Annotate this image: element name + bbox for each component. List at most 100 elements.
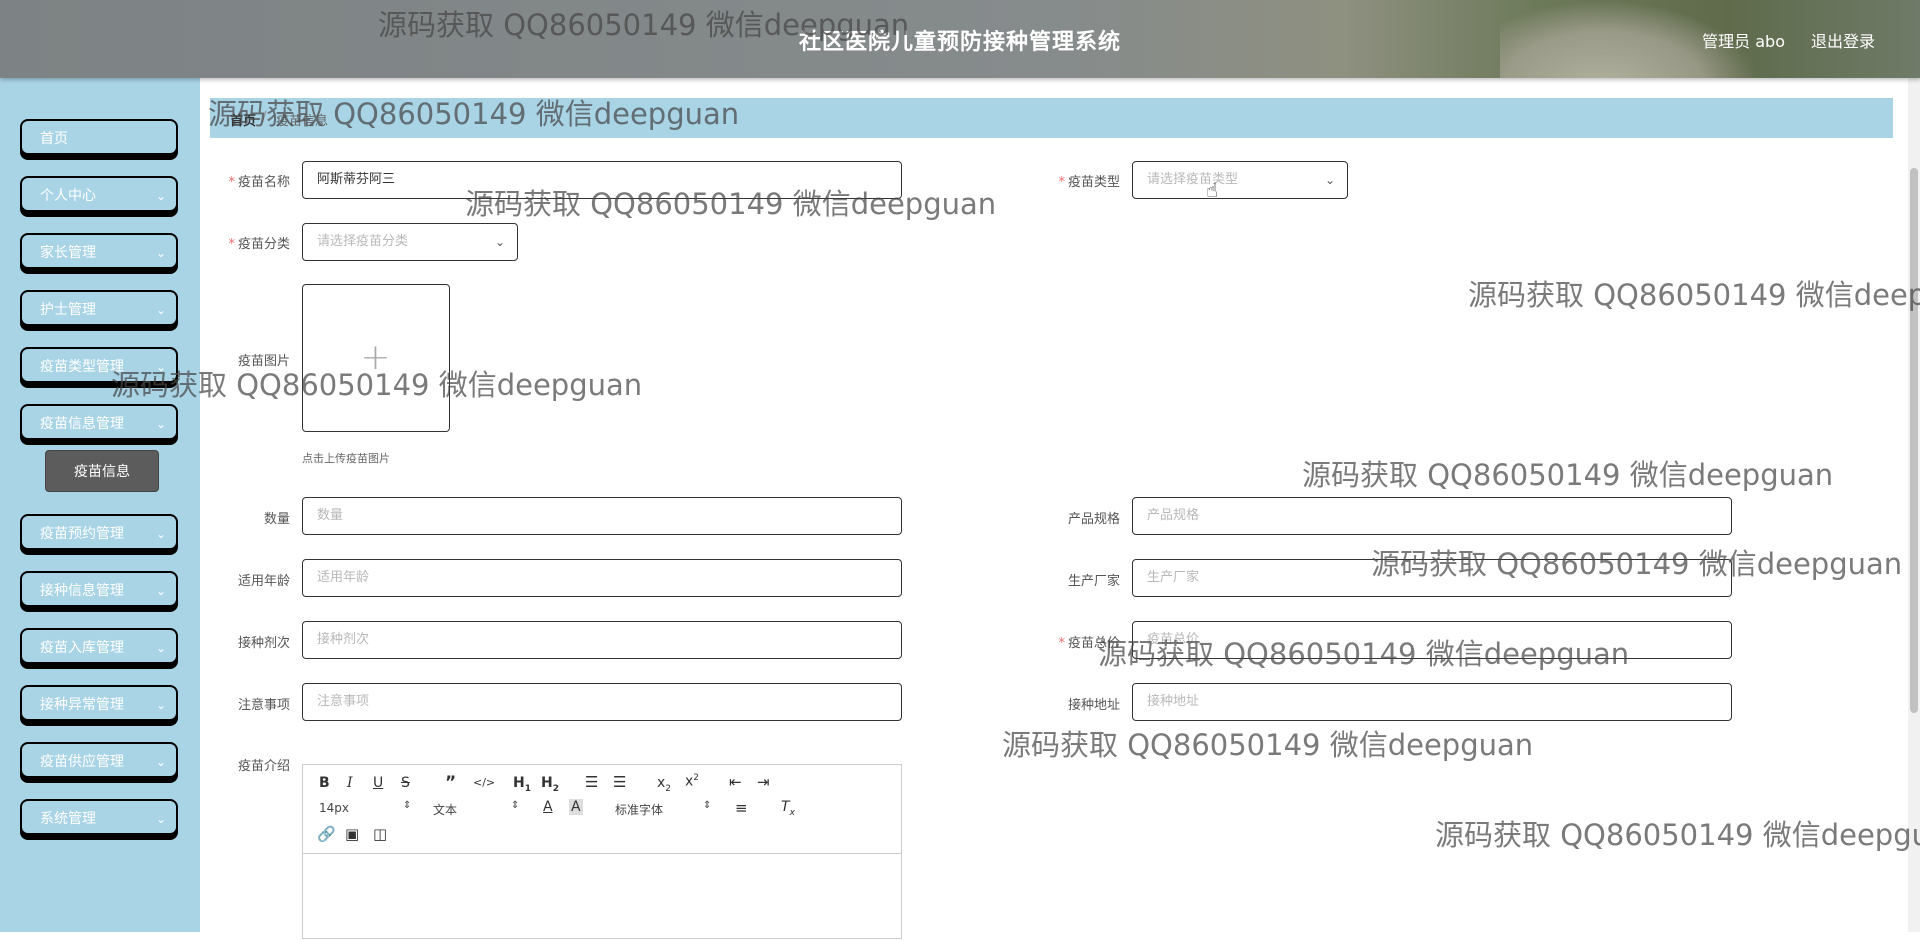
vaccine-category-select[interactable]: 请选择疫苗分类 ⌄: [302, 223, 518, 261]
sidebar-item-personal-center[interactable]: 个人中心 ⌄: [20, 176, 178, 212]
breadcrumb-home[interactable]: 首页: [230, 110, 256, 129]
strikethrough-icon[interactable]: S: [401, 775, 410, 791]
total-input[interactable]: 疫苗总价: [1132, 621, 1732, 659]
link-icon[interactable]: 🔗: [317, 825, 336, 843]
sidebar-item-label: 接种信息管理: [40, 583, 124, 599]
sidebar-item-nurse-management[interactable]: 护士管理 ⌄: [20, 290, 178, 326]
editor-toolbar: B I U S ” </> H1 H2 ☰ ☰ x2 x2 ⇤ ⇥ 14px ⇕…: [303, 765, 901, 854]
chevron-down-icon: ⌄: [155, 812, 166, 826]
sidebar-item-label: 家长管理: [40, 245, 96, 261]
sidebar-item-label: 接种异常管理: [40, 697, 124, 713]
sidebar-item-label: 疫苗信息管理: [40, 416, 124, 432]
text-type-select[interactable]: 文本 ⇕: [433, 800, 519, 818]
sidebar-item-vaccine-inbound[interactable]: 疫苗入库管理 ⌄: [20, 628, 178, 664]
rich-text-editor: B I U S ” </> H1 H2 ☰ ☰ x2 x2 ⇤ ⇥ 14px ⇕…: [302, 764, 902, 939]
manufacturer-label: 生产厂家: [1067, 574, 1120, 589]
chevron-down-icon: ⌄: [155, 584, 166, 598]
clear-format-icon[interactable]: Tx: [781, 799, 795, 818]
quantity-input[interactable]: 数量: [302, 497, 902, 535]
chevron-updown-icon: ⇕: [403, 800, 412, 811]
image-icon[interactable]: ▣: [345, 825, 359, 843]
sidebar-item-label: 个人中心: [40, 188, 96, 204]
scrollbar-thumb[interactable]: [1910, 168, 1918, 713]
logout-link[interactable]: 退出登录: [1811, 28, 1875, 52]
sidebar-item-label: 首页: [40, 131, 68, 147]
watermark-text: 源码获取 QQ86050149 微信deepguan: [1468, 278, 1920, 312]
chevron-down-icon: ⌄: [155, 189, 166, 203]
upload-hint: 点击上传疫苗图片: [302, 452, 390, 465]
chevron-down-icon: ⌄: [155, 417, 166, 431]
chevron-down-icon: ⌄: [155, 755, 166, 769]
current-user: 管理员 abo: [1702, 32, 1785, 51]
chevron-down-icon: ⌄: [155, 246, 166, 260]
vaccine-category-label: * 疫苗分类: [228, 237, 290, 252]
editor-content-area[interactable]: [303, 854, 901, 940]
bold-icon[interactable]: B: [319, 775, 330, 791]
chevron-down-icon: ⌄: [155, 303, 166, 317]
sidebar-item-parent-management[interactable]: 家长管理 ⌄: [20, 233, 178, 269]
font-family-select[interactable]: 标准字体 ⇕: [615, 800, 715, 818]
sidebar-item-vaccine-type-management[interactable]: 疫苗类型管理 ⌄: [20, 347, 178, 383]
watermark-text: 源码获取 QQ86050149 微信deepguan: [1435, 818, 1920, 852]
italic-icon[interactable]: I: [347, 775, 353, 791]
breadcrumb: 首页 / 疫苗信息: [210, 98, 1893, 138]
vaccine-type-select[interactable]: 请选择疫苗类型 ⌄: [1132, 161, 1348, 199]
sidebar-item-system-management[interactable]: 系统管理 ⌄: [20, 799, 178, 835]
sidebar-item-vaccine-supply[interactable]: 疫苗供应管理 ⌄: [20, 742, 178, 778]
sidebar-item-vaccination-exception[interactable]: 接种异常管理 ⌄: [20, 685, 178, 721]
breadcrumb-current: 疫苗信息: [276, 114, 329, 129]
outdent-icon[interactable]: ⇤: [729, 773, 742, 791]
vaccine-name-input[interactable]: 阿斯蒂芬阿三: [302, 161, 902, 199]
chevron-down-icon: ⌄: [155, 527, 166, 541]
sidebar-item-label: 疫苗预约管理: [40, 526, 124, 542]
sidebar-item-vaccine-info-management[interactable]: 疫苗信息管理 ⌄: [20, 404, 178, 440]
doses-input[interactable]: 接种剂次: [302, 621, 902, 659]
image-upload-box[interactable]: +: [302, 284, 450, 432]
vaccine-type-label: * 疫苗类型: [1058, 175, 1120, 190]
doses-label: 接种剂次: [237, 636, 290, 651]
notes-input[interactable]: 注意事项: [302, 683, 902, 721]
sidebar: 首页 个人中心 ⌄ 家长管理 ⌄ 护士管理 ⌄ 疫苗类型管理 ⌄ 疫苗信息管理 …: [0, 78, 200, 932]
chevron-down-icon: ⌄: [494, 235, 505, 249]
underline-icon[interactable]: U: [373, 775, 383, 791]
age-input[interactable]: 适用年龄: [302, 559, 902, 597]
watermark-text: 源码获取 QQ86050149 微信deepguan: [1302, 458, 1834, 492]
age-label: 适用年龄: [237, 574, 290, 589]
ordered-list-icon[interactable]: ☰: [585, 773, 598, 791]
spec-input[interactable]: 产品规格: [1132, 497, 1732, 535]
sidebar-item-vaccination-info[interactable]: 接种信息管理 ⌄: [20, 571, 178, 607]
address-input[interactable]: 接种地址: [1132, 683, 1732, 721]
chevron-down-icon: ⌄: [155, 641, 166, 655]
bullet-list-icon[interactable]: ☰: [613, 773, 626, 791]
intro-label: 疫苗介绍: [237, 759, 290, 774]
chevron-down-icon: ⌄: [1324, 173, 1335, 187]
indent-icon[interactable]: ⇥: [757, 773, 770, 791]
video-icon[interactable]: ◫: [373, 825, 387, 843]
sidebar-item-label: 疫苗类型管理: [40, 359, 124, 375]
sidebar-item-label: 护士管理: [40, 302, 96, 318]
superscript-icon[interactable]: x2: [685, 773, 699, 790]
sidebar-item-label: 疫苗供应管理: [40, 754, 124, 770]
address-label: 接种地址: [1067, 698, 1120, 713]
chevron-updown-icon: ⇕: [511, 800, 520, 811]
plus-icon: +: [360, 337, 391, 378]
background-color-icon[interactable]: A: [569, 799, 583, 815]
sidebar-item-home[interactable]: 首页: [20, 119, 178, 155]
sidebar-item-vaccine-appointment[interactable]: 疫苗预约管理 ⌄: [20, 514, 178, 550]
quantity-label: 数量: [263, 512, 290, 527]
manufacturer-input[interactable]: 生产厂家: [1132, 559, 1732, 597]
heading2-icon[interactable]: H2: [541, 775, 559, 794]
subscript-icon[interactable]: x2: [657, 775, 671, 794]
notes-label: 注意事项: [237, 698, 290, 713]
font-color-icon[interactable]: A: [543, 799, 553, 815]
blockquote-icon[interactable]: ”: [445, 773, 456, 793]
breadcrumb-separator: /: [262, 110, 267, 125]
font-size-select[interactable]: 14px ⇕: [319, 800, 411, 815]
sidebar-subitem-vaccine-info[interactable]: 疫苗信息: [45, 450, 159, 492]
total-label: * 疫苗总价: [1058, 636, 1120, 651]
align-icon[interactable]: ≡: [735, 799, 748, 817]
sidebar-item-label: 疫苗入库管理: [40, 640, 124, 656]
heading1-icon[interactable]: H1: [513, 775, 531, 794]
page-scrollbar[interactable]: [1908, 78, 1920, 932]
code-block-icon[interactable]: </>: [473, 776, 495, 789]
